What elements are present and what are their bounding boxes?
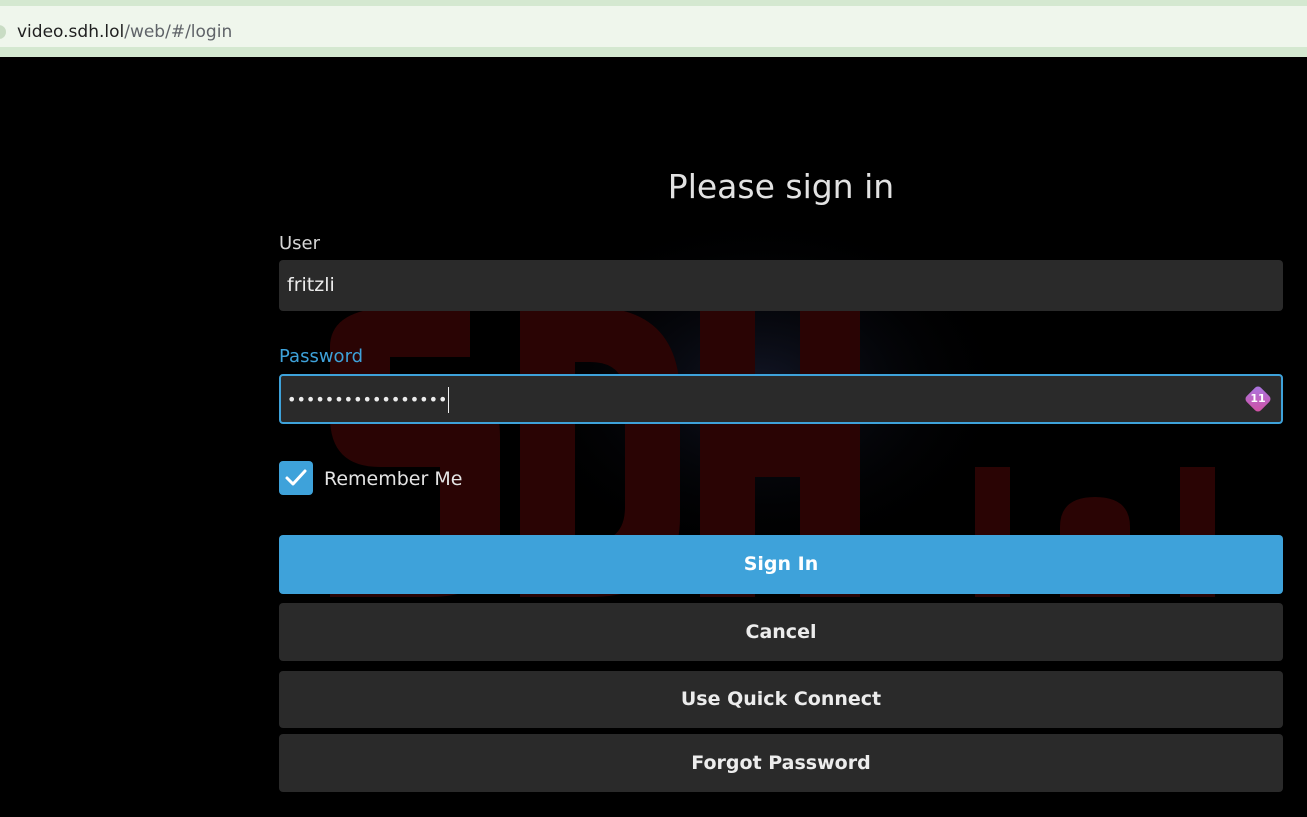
url-field[interactable]: video.sdh.lol/web/#/login [0, 6, 1307, 47]
password-input-value: ••••••••••••••••• [287, 390, 448, 409]
login-page: Please sign in User fritzli Password •••… [0, 57, 1307, 817]
quick-connect-button[interactable]: Use Quick Connect [279, 671, 1283, 728]
remember-me-checkbox[interactable] [279, 461, 313, 495]
forgot-password-button[interactable]: Forgot Password [279, 734, 1283, 792]
url-path: /web/#/login [124, 22, 233, 42]
text-caret [448, 386, 450, 413]
checkmark-icon [285, 469, 307, 486]
browser-address-bar: video.sdh.lol/web/#/login [0, 0, 1307, 57]
password-manager-count: 11 [1250, 392, 1266, 405]
url-text[interactable]: video.sdh.lol/web/#/login [17, 21, 232, 43]
cancel-button[interactable]: Cancel [279, 603, 1283, 661]
site-info-icon[interactable] [0, 25, 6, 39]
user-input[interactable]: fritzli [279, 260, 1283, 311]
password-manager-icon[interactable]: 11 [1243, 384, 1273, 414]
page-title: Please sign in [667, 167, 895, 206]
url-host: video.sdh.lol [17, 22, 125, 42]
user-label: User [279, 233, 321, 254]
password-label: Password [279, 346, 364, 367]
sign-in-button[interactable]: Sign In [279, 535, 1283, 594]
user-input-value: fritzli [287, 274, 335, 296]
password-input[interactable]: ••••••••••••••••• 11 [279, 374, 1283, 424]
remember-me-label[interactable]: Remember Me [324, 467, 462, 491]
